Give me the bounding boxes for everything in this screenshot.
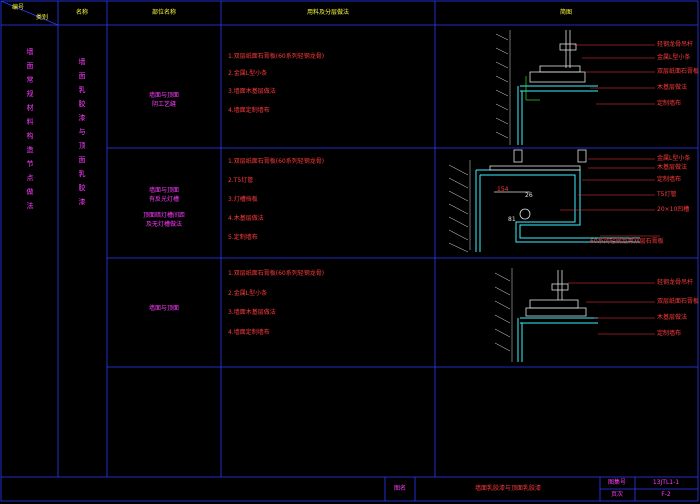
- row2-callout-3: 定制墙布: [657, 176, 682, 183]
- row2-dim-3: 81: [508, 216, 516, 223]
- header-part-name: 部位名称: [151, 9, 177, 16]
- detail-diagram-3: [494, 268, 655, 362]
- row3-callout-1: 轻钢龙骨吊杆: [657, 279, 694, 286]
- titleblock-name-label: 图名: [393, 485, 407, 492]
- row1-step-1: 1.双层纸面石膏板(60系列轻钢龙骨): [228, 53, 325, 60]
- category-vertical-text: 墙面常规材料构造节点做法: [26, 48, 34, 210]
- row3-callout-3: 木基层做法: [657, 314, 688, 321]
- row2-part-line4: 及无灯槽做法: [145, 221, 183, 228]
- row2-dim-2: 26: [525, 192, 533, 199]
- row1-callout-5: 定制墙布: [657, 100, 682, 107]
- ceiling-board: [517, 85, 598, 145]
- row2-step-2: 2.T5灯管: [228, 177, 254, 184]
- detail-diagram-2: [448, 149, 660, 253]
- row2-step-4: 4.木基层做法: [228, 215, 264, 222]
- titleblock-page-label: 页次: [610, 491, 624, 498]
- row1-callout-3: 双层纸面石膏板: [657, 68, 700, 75]
- row2-callout-4: T5灯管: [657, 191, 677, 198]
- row2-callout-2: 木基层做法: [657, 164, 688, 171]
- header-name: 名称: [75, 9, 89, 16]
- row1-callout-1: 轻钢龙骨吊杆: [657, 41, 694, 48]
- row1-step-2: 2.金属L型小条: [228, 70, 268, 77]
- titleblock-no-label: 图集号: [607, 479, 627, 486]
- row3-callout-2: 双层纸面石膏板: [657, 298, 700, 305]
- leader-lines: [574, 44, 655, 105]
- wall-hatch: [495, 30, 511, 145]
- row2-step-5: 5.定制墙布: [228, 234, 258, 241]
- row2-step-3: 3.灯槽挡板: [228, 196, 258, 203]
- header-diagram: 简图: [559, 9, 573, 16]
- row2-part-line3: 顶面暗灯槽间距: [142, 212, 186, 219]
- titleblock-page: F-2: [661, 491, 671, 498]
- row1-callout-4: 木基层做法: [657, 84, 688, 91]
- detail-diagram-1: [495, 30, 655, 145]
- row2-dim-1: 154: [497, 186, 509, 193]
- row2-callout-5: 20×10凹槽: [657, 206, 690, 213]
- row2-part-line1: 墙面与顶面: [148, 187, 180, 194]
- wall-hatch: [448, 160, 471, 253]
- header-category: 类别: [36, 14, 49, 21]
- wall-hatch: [494, 268, 513, 362]
- header-materials: 用料及分层做法: [306, 9, 350, 16]
- row3-step-3: 3.墙面木基层做法: [228, 309, 276, 316]
- cad-drawing-sheet: [0, 0, 699, 502]
- row1-part-line1: 墙面与顶面: [148, 92, 180, 99]
- row3-part-line1: 墙面与顶面: [148, 305, 180, 312]
- row3-step-2: 2.金属L型小条: [228, 290, 268, 297]
- table-grid: [0, 0, 699, 502]
- row1-step-4: 4.墙面定制墙布: [228, 107, 270, 114]
- row2-part-line2: 有反光灯槽: [148, 196, 180, 203]
- suspension-rod: [529, 30, 586, 83]
- row1-callout-2: 金属L型小条: [657, 54, 691, 61]
- row2-step-1: 1.双层纸面石膏板(60系列轻钢龙骨): [228, 158, 325, 165]
- row3-callout-4: 定制墙布: [657, 330, 682, 337]
- row1-step-3: 3.墙面木基层做法: [228, 88, 276, 95]
- row1-part-line2: 阴工艺缝: [151, 101, 177, 108]
- row2-callout-6: 60系列轻钢龙骨双层石膏板: [590, 238, 664, 245]
- header-no: 编号: [12, 4, 25, 11]
- row2-callout-1: 金属L型小条: [657, 155, 691, 162]
- row3-step-4: 4.墙面定制墙布: [228, 329, 270, 336]
- titleblock-drawing-name: 墙面乳胶漆与顶面乳胶漆: [474, 485, 542, 492]
- name-vertical-text: 墙面乳胶漆与顶面乳胶漆: [78, 58, 86, 206]
- row3-step-1: 1.双层纸面石膏板(60系列轻钢龙骨): [228, 270, 325, 277]
- titleblock-drawing-no: 13JTL1-1: [652, 479, 680, 486]
